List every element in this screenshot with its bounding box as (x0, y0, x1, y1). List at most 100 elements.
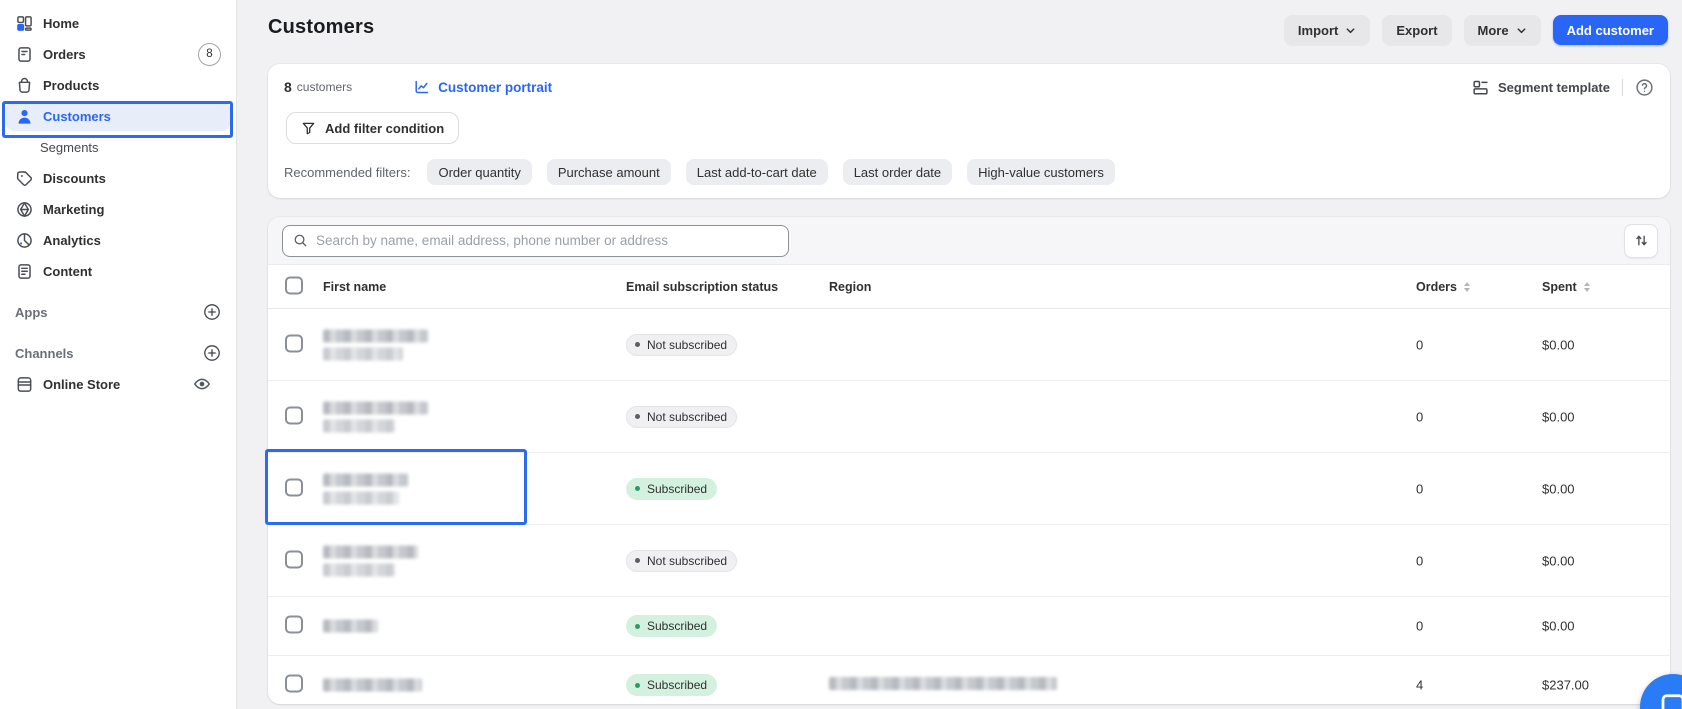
spent-value: $0.00 (1542, 337, 1575, 352)
subscription-status-cell: Subscribed (626, 615, 717, 637)
customer-portrait-link[interactable]: Customer portrait (414, 79, 552, 95)
orders-value: 0 (1416, 337, 1423, 352)
sidebar-item-label: Home (43, 16, 79, 31)
summary-right-group: Segment template (1472, 78, 1654, 97)
vertical-divider (1622, 79, 1623, 96)
sidebar-item-segments[interactable]: Segments (6, 132, 230, 162)
customer-row[interactable]: Subscribed0$0.00 (268, 453, 1670, 525)
search-input[interactable] (316, 233, 778, 248)
column-header-first-name: First name (323, 280, 386, 294)
import-button[interactable]: Import (1284, 15, 1370, 45)
export-button[interactable]: Export (1382, 15, 1451, 45)
products-icon (15, 76, 33, 94)
sidebar-item-label: Products (43, 78, 99, 93)
search-row (268, 217, 1670, 265)
column-header-label: Orders (1416, 280, 1457, 294)
sidebar-section-label: Channels (15, 346, 74, 361)
sidebar: Home Orders8 Products Customers Segments Disc… (0, 0, 237, 709)
customer-row[interactable]: Not subscribed0$0.00 (268, 381, 1670, 453)
row-checkbox[interactable] (285, 550, 303, 571)
summary-row: 8 customers Customer portrait Segment te… (284, 74, 1654, 100)
chat-icon (1658, 692, 1682, 709)
sidebar-item-marketing[interactable]: Marketing (6, 194, 230, 224)
customer-row[interactable]: Not subscribed 0 $0.00 (268, 309, 1670, 381)
help-button[interactable] (1635, 78, 1654, 97)
filter-row: Add filter condition (286, 112, 459, 144)
subscription-status-badge: Subscribed (626, 615, 717, 637)
sidebar-nav: Home Orders8 Products Customers Segments Disc… (0, 8, 236, 399)
status-dot-icon (635, 414, 640, 419)
customer-name-redacted (323, 329, 428, 360)
column-header-email-subscription-status: Email subscription status (626, 280, 778, 294)
spent-value: $0.00 (1542, 409, 1575, 424)
select-all-checkbox[interactable] (285, 276, 303, 297)
filter-chip-last-add-to-cart-date[interactable]: Last add-to-cart date (686, 159, 828, 185)
more-button[interactable]: More (1464, 15, 1541, 45)
line-chart-icon (414, 79, 430, 95)
sidebar-item-content[interactable]: Content (6, 256, 230, 286)
filter-chip-last-order-date[interactable]: Last order date (843, 159, 952, 185)
orders-value: 0 (1416, 481, 1423, 496)
add-filter-condition-button[interactable]: Add filter condition (286, 112, 459, 144)
spent-value: $237.00 (1542, 678, 1589, 693)
customer-row[interactable]: Subscribed4$237.00 (268, 656, 1670, 704)
sort-button[interactable] (1624, 224, 1658, 258)
column-header-spent[interactable]: Spent (1542, 280, 1590, 294)
column-header-label: Spent (1542, 280, 1577, 294)
sidebar-item-analytics[interactable]: Analytics (6, 225, 230, 255)
subscription-status-badge: Not subscribed (626, 550, 737, 572)
sort-carets-icon (1464, 282, 1470, 292)
column-header-orders[interactable]: Orders (1416, 280, 1470, 294)
plus-circle-icon[interactable] (203, 303, 221, 321)
status-dot-icon (635, 486, 640, 491)
column-header-label: First name (323, 280, 386, 294)
status-label: Not subscribed (647, 410, 727, 424)
row-checkbox[interactable] (285, 478, 303, 499)
column-header-label: Region (829, 280, 871, 294)
redacted-text (323, 620, 378, 633)
status-label: Subscribed (647, 678, 707, 692)
sidebar-item-home[interactable]: Home (6, 8, 230, 38)
sidebar-item-products[interactable]: Products (6, 70, 230, 100)
filter-chip-high-value-customers[interactable]: High-value customers (967, 159, 1115, 185)
subscription-status-cell: Not subscribed (626, 334, 737, 356)
customer-row[interactable]: Not subscribed0$0.00 (268, 525, 1670, 597)
row-checkbox[interactable] (285, 616, 303, 637)
customer-table-body: Not subscribed 0 $0.00 Not subscribed 0 $0.00… (268, 309, 1670, 704)
page-title: Customers (268, 16, 374, 39)
add-filter-label: Add filter condition (325, 121, 444, 136)
row-checkbox[interactable] (285, 675, 303, 696)
redacted-text (323, 329, 428, 342)
search-icon (293, 233, 308, 248)
customer-name-redacted (323, 401, 428, 432)
sort-arrows-icon (1634, 233, 1649, 248)
filter-chip-order-quantity[interactable]: Order quantity (427, 159, 531, 185)
subscription-status-badge: Not subscribed (626, 406, 737, 428)
row-checkbox[interactable] (285, 334, 303, 355)
row-checkbox[interactable] (285, 406, 303, 427)
status-dot-icon (635, 624, 640, 629)
sidebar-item-orders[interactable]: Orders8 (6, 39, 230, 69)
sidebar-item-discounts[interactable]: Discounts (6, 163, 230, 193)
analytics-icon (15, 231, 33, 249)
add-customer-button[interactable]: Add customer (1553, 15, 1668, 45)
plus-circle-icon[interactable] (203, 344, 221, 362)
redacted-text (323, 419, 395, 432)
sidebar-item-label: Discounts (43, 171, 106, 186)
segment-template-button[interactable]: Segment template (1472, 79, 1610, 96)
eye-icon[interactable] (193, 375, 211, 393)
page-header: Customers Import Export More Add custome… (268, 0, 1670, 64)
sidebar-item-customers[interactable]: Customers (6, 101, 230, 131)
sidebar-section-channels: Channels (6, 338, 230, 368)
sidebar-item-label: Segments (40, 140, 99, 155)
sidebar-item-label: Analytics (43, 233, 101, 248)
redacted-text (323, 401, 428, 414)
sidebar-item-label: Marketing (43, 202, 104, 217)
customer-count: 8 (284, 79, 292, 95)
search-box (282, 225, 789, 257)
store-icon (15, 375, 33, 393)
sidebar-item-online-store[interactable]: Online Store (6, 369, 230, 399)
filter-chip-purchase-amount[interactable]: Purchase amount (547, 159, 671, 185)
subscription-status-cell: Not subscribed (626, 406, 737, 428)
customer-row[interactable]: Subscribed0$0.00 (268, 597, 1670, 656)
